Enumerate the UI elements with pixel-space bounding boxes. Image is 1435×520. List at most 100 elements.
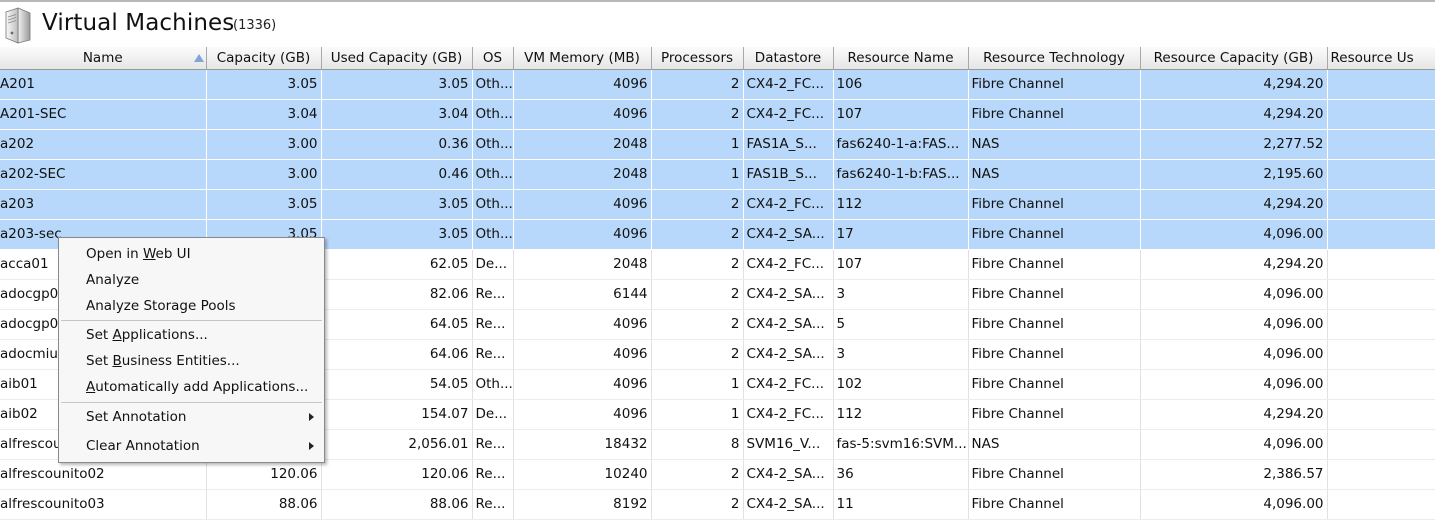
cell-os: Re... (472, 429, 514, 460)
cell-datastore: CX4-2_FC... (743, 249, 834, 280)
cell-resource-name: fas6240-1-b:FAS... (833, 159, 969, 190)
cell-processors: 1 (651, 369, 744, 400)
cell-resource-name: 36 (833, 459, 969, 490)
cell-os: Oth... (472, 219, 514, 250)
cell-resource-technology: Fibre Channel (968, 339, 1141, 370)
cell-resource-name: 11 (833, 489, 969, 520)
cell-datastore: FAS1A_S... (743, 129, 834, 160)
table-row[interactable]: A201 3.05 3.05 Oth... 4096 2 CX4-2_FC... 106 Fib… (0, 69, 1435, 100)
cell-resource-name: 3 (833, 279, 969, 310)
menu-item-set-applications[interactable]: Set Applications... (59, 323, 324, 347)
col-header-processors[interactable]: Processors (651, 47, 744, 70)
cell-resource-capacity: 4,096.00 (1140, 429, 1328, 460)
menu-item-analyze[interactable]: Analyze (59, 268, 324, 292)
cell-resource-capacity: 4,294.20 (1140, 189, 1328, 220)
cell-used-capacity: 64.06 (321, 339, 473, 370)
cell-resource-name: 102 (833, 369, 969, 400)
cell-resource-name: 106 (833, 69, 969, 100)
table-row[interactable]: a203 3.05 3.05 Oth... 4096 2 CX4-2_FC... 112 Fib… (0, 189, 1435, 220)
table-row[interactable]: alfrescounito02 120.06 120.06 Re... 10240 2 CX… (0, 459, 1435, 490)
cell-resource-used (1327, 489, 1435, 520)
cell-os: Re... (472, 279, 514, 310)
table-row[interactable]: a202 3.00 0.36 Oth... 2048 1 FAS1A_S... fas6240… (0, 129, 1435, 160)
cell-vm-memory: 4096 (513, 99, 652, 130)
col-header-capacity[interactable]: Capacity (GB) (206, 47, 322, 70)
cell-resource-technology: Fibre Channel (968, 249, 1141, 280)
cell-processors: 2 (651, 69, 744, 100)
cell-resource-capacity: 4,096.00 (1140, 369, 1328, 400)
menu-item-set-annotation[interactable]: Set Annotation (59, 405, 324, 429)
cell-resource-used (1327, 189, 1435, 220)
col-header-used-capacity[interactable]: Used Capacity (GB) (321, 47, 473, 70)
submenu-arrow-icon (309, 413, 314, 421)
cell-os: Oth... (472, 369, 514, 400)
cell-datastore: CX4-2_FC... (743, 399, 834, 430)
cell-datastore: CX4-2_SA... (743, 459, 834, 490)
cell-resource-technology: Fibre Channel (968, 369, 1141, 400)
cell-resource-name: 112 (833, 189, 969, 220)
cell-datastore: CX4-2_FC... (743, 99, 834, 130)
cell-used-capacity: 82.06 (321, 279, 473, 310)
menu-item-set-business-entities[interactable]: Set Business Entities... (59, 349, 324, 373)
cell-vm-memory: 4096 (513, 189, 652, 220)
cell-resource-capacity: 2,195.60 (1140, 159, 1328, 190)
cell-resource-technology: NAS (968, 129, 1141, 160)
menu-separator (61, 320, 322, 321)
cell-resource-used (1327, 279, 1435, 310)
cell-capacity: 3.04 (206, 99, 322, 130)
col-header-resource-name[interactable]: Resource Name (833, 47, 969, 70)
cell-resource-technology: Fibre Channel (968, 309, 1141, 340)
col-header-vm-memory[interactable]: VM Memory (MB) (513, 47, 652, 70)
cell-datastore: SVM16_V... (743, 429, 834, 460)
table-row[interactable]: A201-SEC 3.04 3.04 Oth... 4096 2 CX4-2_FC... 10… (0, 99, 1435, 130)
menu-item-auto-add-applications[interactable]: Automatically add Applications... (59, 375, 324, 399)
cell-used-capacity: 3.05 (321, 69, 473, 100)
cell-resource-capacity: 4,096.00 (1140, 309, 1328, 340)
cell-os: Oth... (472, 129, 514, 160)
cell-capacity: 3.05 (206, 189, 322, 220)
cell-vm-memory: 2048 (513, 249, 652, 280)
cell-resource-technology: NAS (968, 429, 1141, 460)
cell-processors: 2 (651, 249, 744, 280)
cell-vm-memory: 4096 (513, 309, 652, 340)
cell-resource-name: fas-5:svm16:SVM... (833, 429, 969, 460)
cell-vm-memory: 10240 (513, 459, 652, 490)
menu-item-open-web-ui[interactable]: Open in Web UI (59, 242, 324, 266)
cell-resource-used (1327, 219, 1435, 250)
cell-datastore: CX4-2_SA... (743, 309, 834, 340)
cell-vm-memory: 2048 (513, 129, 652, 160)
col-header-resource-used[interactable]: Resource Us (1327, 47, 1435, 70)
cell-vm-memory: 4096 (513, 339, 652, 370)
context-menu: Open in Web UI Analyze Analyze Storage P… (58, 237, 325, 463)
cell-resource-name: 107 (833, 249, 969, 280)
cell-name: alfrescounito02 (0, 459, 207, 490)
cell-processors: 2 (651, 309, 744, 340)
sort-ascending-icon (193, 54, 204, 62)
cell-resource-technology: Fibre Channel (968, 189, 1141, 220)
cell-os: Re... (472, 339, 514, 370)
cell-resource-name: 17 (833, 219, 969, 250)
cell-vm-memory: 2048 (513, 159, 652, 190)
col-header-resource-technology[interactable]: Resource Technology (968, 47, 1141, 70)
cell-used-capacity: 0.36 (321, 129, 473, 160)
cell-os: Re... (472, 309, 514, 340)
cell-os: Oth... (472, 99, 514, 130)
menu-item-clear-annotation[interactable]: Clear Annotation (59, 434, 324, 458)
cell-resource-capacity: 4,294.20 (1140, 399, 1328, 430)
cell-vm-memory: 4096 (513, 69, 652, 100)
table-row[interactable]: alfrescounito03 88.06 88.06 Re... 8192 2 CX4-2… (0, 489, 1435, 520)
col-header-name[interactable]: Name (0, 47, 207, 70)
col-header-resource-capacity[interactable]: Resource Capacity (GB) (1140, 47, 1328, 70)
cell-capacity: 3.05 (206, 69, 322, 100)
title-bar: Virtual Machines (1336) (0, 0, 1435, 47)
cell-vm-memory: 4096 (513, 369, 652, 400)
menu-item-analyze-storage-pools[interactable]: Analyze Storage Pools (59, 294, 324, 318)
table-row[interactable]: a202-SEC 3.00 0.46 Oth... 2048 1 FAS1B_S... fas… (0, 159, 1435, 190)
cell-capacity: 88.06 (206, 489, 322, 520)
cell-vm-memory: 8192 (513, 489, 652, 520)
cell-datastore: CX4-2_FC... (743, 69, 834, 100)
col-header-os[interactable]: OS (472, 47, 514, 70)
col-header-datastore[interactable]: Datastore (743, 47, 834, 70)
cell-resource-used (1327, 99, 1435, 130)
cell-used-capacity: 3.05 (321, 189, 473, 220)
